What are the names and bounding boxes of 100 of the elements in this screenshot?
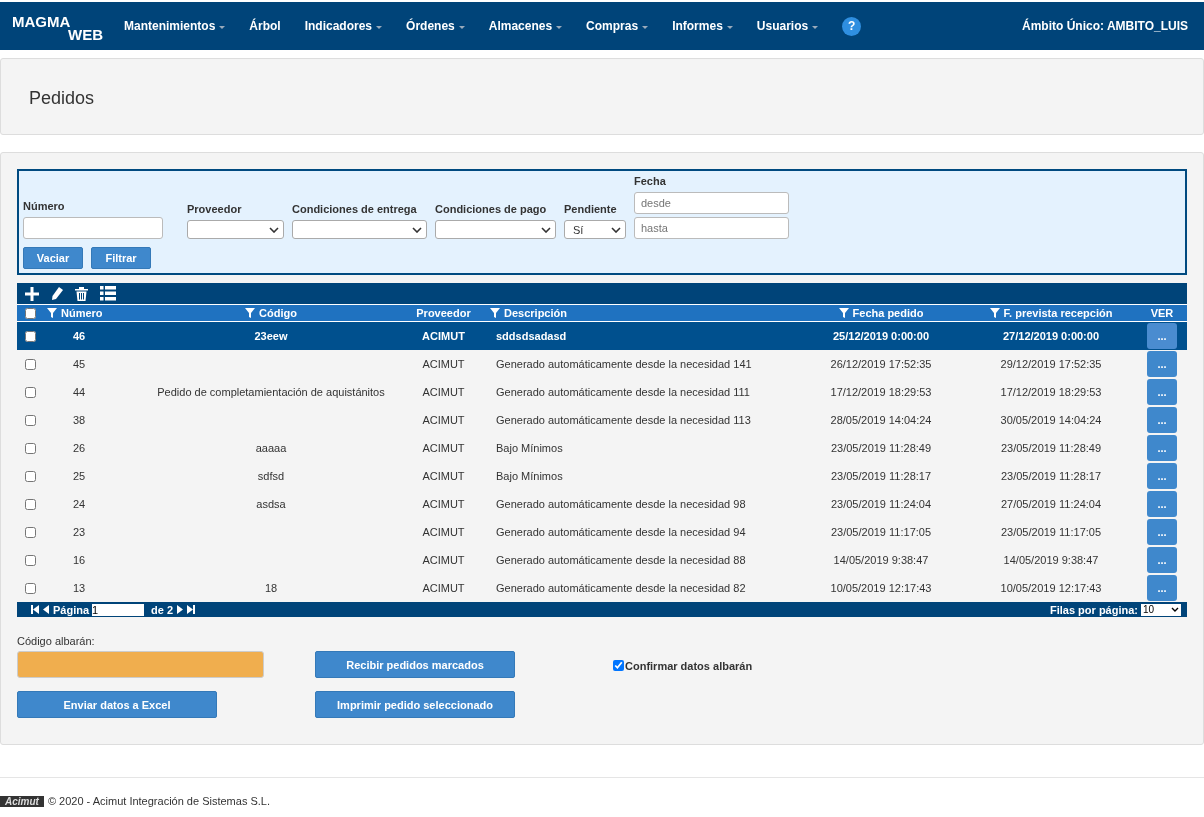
filter-icon[interactable] [989, 308, 1000, 318]
table-cell[interactable]: Generado automáticamente desde la necesidad 88 [486, 546, 801, 574]
last-page-icon[interactable] [187, 605, 196, 614]
view-button[interactable]: ... [1147, 519, 1177, 545]
page-field[interactable]: 1 [92, 603, 145, 616]
table-cell[interactable]: 24 [43, 490, 141, 518]
confirm-checkbox[interactable] [613, 660, 624, 671]
table-cell[interactable]: ACIMUT [401, 434, 486, 462]
menu-item[interactable]: Informes [672, 19, 733, 33]
row-checkbox[interactable] [25, 386, 36, 398]
table-cell[interactable]: ACIMUT [401, 462, 486, 490]
select-field[interactable] [292, 220, 427, 239]
table-cell[interactable]: 23/05/2019 11:28:17 [961, 462, 1141, 490]
table-cell[interactable]: 23 [43, 518, 141, 546]
column-header[interactable]: Fecha pedido [801, 305, 961, 321]
table-cell[interactable]: 44 [43, 378, 141, 406]
table-cell[interactable]: ACIMUT [401, 350, 486, 378]
column-header[interactable]: VER [1141, 305, 1183, 321]
row-checkbox[interactable] [25, 442, 36, 454]
table-cell[interactable]: 18 [141, 574, 401, 602]
table-cell[interactable]: 10/05/2019 12:17:43 [801, 574, 961, 602]
view-button[interactable]: ... [1147, 491, 1177, 517]
table-cell[interactable]: Pedido de completamientación de aquistánitos [141, 378, 401, 406]
column-header[interactable]: F. prevista recepción [961, 305, 1141, 321]
trash-icon[interactable] [75, 286, 88, 301]
input-field[interactable] [17, 651, 264, 678]
add-icon[interactable] [25, 286, 39, 301]
filter-button[interactable]: Vaciar [23, 247, 83, 269]
action-button[interactable]: Enviar datos a Excel [17, 691, 217, 718]
input-field[interactable]: desde [634, 192, 789, 214]
table-cell[interactable]: ACIMUT [401, 378, 486, 406]
table-cell[interactable]: ACIMUT [401, 490, 486, 518]
table-cell[interactable]: 25 [43, 462, 141, 490]
row-checkbox[interactable] [25, 582, 36, 594]
menu-item[interactable]: Compras [586, 19, 649, 33]
view-button[interactable]: ... [1147, 407, 1177, 433]
table-cell[interactable]: asdsa [141, 490, 401, 518]
table-cell[interactable]: ACIMUT [401, 546, 486, 574]
table-cell[interactable]: Generado automáticamente desde la necesidad 113 [486, 406, 801, 434]
row-checkbox[interactable] [25, 554, 36, 566]
table-cell[interactable]: 45 [43, 350, 141, 378]
table-cell[interactable]: 23/05/2019 11:28:49 [961, 434, 1141, 462]
select-field[interactable] [435, 220, 556, 239]
table-cell[interactable]: ACIMUT [401, 574, 486, 602]
rows-per-page-select[interactable]: 10 [1141, 603, 1181, 616]
table-cell[interactable]: 28/05/2019 14:04:24 [801, 406, 961, 434]
select-field[interactable] [187, 220, 284, 239]
previous-page-icon[interactable] [42, 605, 50, 614]
table-cell[interactable]: 23/05/2019 11:17:05 [801, 518, 961, 546]
table-cell[interactable]: 14/05/2019 9:38:47 [801, 546, 961, 574]
table-cell[interactable]: Generado automáticamente desde la necesidad 94 [486, 518, 801, 546]
menu-item[interactable]: Indicadores [304, 19, 383, 33]
table-cell[interactable]: 16 [43, 546, 141, 574]
table-cell[interactable]: sdfsd [141, 462, 401, 490]
table-cell[interactable]: Bajo Mínimos [486, 434, 801, 462]
menu-item[interactable]: Árbol [249, 19, 281, 33]
table-cell[interactable]: ACIMUT [401, 518, 486, 546]
view-button[interactable]: ... [1147, 379, 1177, 405]
table-cell[interactable]: Bajo Mínimos [486, 462, 801, 490]
table-cell[interactable]: 23/05/2019 11:28:49 [801, 434, 961, 462]
filter-icon[interactable] [838, 308, 849, 318]
select-all-checkbox[interactable] [25, 307, 36, 319]
column-header[interactable]: Número [43, 305, 141, 321]
column-header[interactable]: Código [141, 305, 401, 321]
table-cell[interactable]: 23/05/2019 11:24:04 [801, 490, 961, 518]
view-button[interactable]: ... [1147, 547, 1177, 573]
table-cell[interactable]: 26/12/2019 17:52:35 [801, 350, 961, 378]
column-header[interactable]: Proveedor [401, 305, 486, 321]
table-cell[interactable]: Generado automáticamente desde la necesidad 82 [486, 574, 801, 602]
table-cell[interactable]: 10/05/2019 12:17:43 [961, 574, 1141, 602]
view-button[interactable]: ... [1147, 351, 1177, 377]
table-cell[interactable]: Generado automáticamente desde la necesidad 141 [486, 350, 801, 378]
row-checkbox[interactable] [25, 414, 36, 426]
table-cell[interactable]: 23/05/2019 11:17:05 [961, 518, 1141, 546]
select-field[interactable]: Sí [564, 220, 626, 239]
table-cell[interactable]: 17/12/2019 18:29:53 [801, 378, 961, 406]
view-button[interactable]: ... [1147, 435, 1177, 461]
filter-icon[interactable] [245, 308, 256, 318]
row-checkbox[interactable] [25, 470, 36, 482]
table-cell[interactable]: Generado automáticamente desde la necesidad 98 [486, 490, 801, 518]
row-checkbox[interactable] [25, 498, 36, 510]
table-cell[interactable]: 27/05/2019 11:24:04 [961, 490, 1141, 518]
filter-icon[interactable] [47, 308, 57, 318]
filter-icon[interactable] [490, 308, 500, 318]
next-page-icon[interactable] [176, 605, 185, 614]
input-field[interactable]: hasta [634, 217, 789, 239]
column-header[interactable]: Descripción [486, 305, 801, 321]
table-cell[interactable]: 30/05/2019 14:04:24 [961, 406, 1141, 434]
filter-button[interactable]: Filtrar [91, 247, 151, 269]
logo[interactable]: MAGMA WEB [12, 15, 112, 41]
table-cell[interactable]: 29/12/2019 17:52:35 [961, 350, 1141, 378]
menu-item[interactable]: Usuarios [756, 19, 819, 33]
row-checkbox[interactable] [25, 358, 36, 370]
action-button[interactable]: Imprimir pedido seleccionado [315, 691, 515, 718]
table-cell[interactable]: ACIMUT [401, 406, 486, 434]
table-cell[interactable]: 23/05/2019 11:28:17 [801, 462, 961, 490]
first-page-icon[interactable] [31, 605, 39, 614]
table-cell[interactable]: 14/05/2019 9:38:47 [961, 546, 1141, 574]
view-button[interactable]: ... [1147, 323, 1177, 349]
table-cell[interactable]: 38 [43, 406, 141, 434]
